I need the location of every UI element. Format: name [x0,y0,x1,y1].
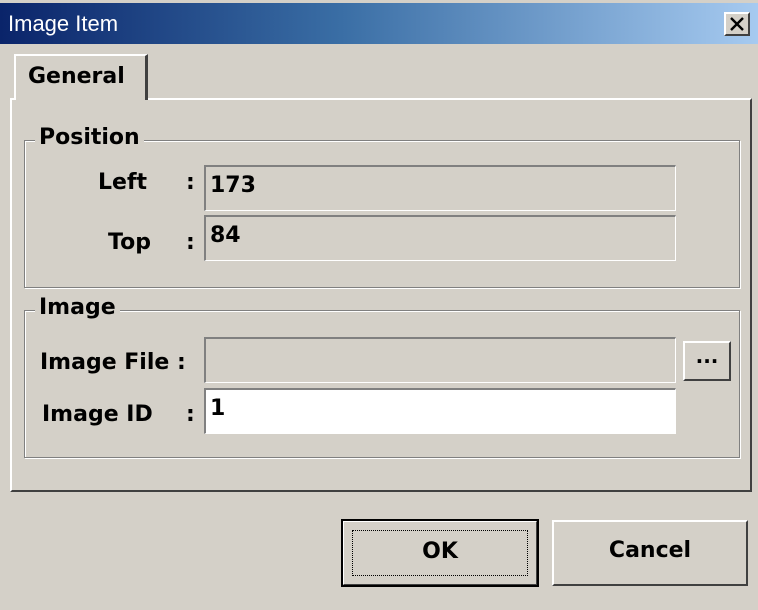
image-file-label: Image File : [40,350,186,375]
top-field[interactable]: 84 [204,215,676,261]
cancel-button[interactable]: Cancel [552,520,748,586]
close-icon [730,17,744,31]
position-group-title: Position [35,125,144,150]
title-bar[interactable]: Image Item [0,3,758,44]
top-value: 84 [210,223,241,248]
dialog-window: Image Item General Position Left : 173 T… [0,0,758,610]
ok-button[interactable]: OK [341,519,539,587]
top-label: Top [108,230,151,255]
ok-button-label: OK [352,530,528,576]
image-id-value: 1 [210,396,226,421]
tab-general-label: General [28,64,125,89]
tab-general[interactable]: General [14,54,148,100]
window-title: Image Item [8,11,119,36]
image-group: Image [24,295,740,458]
left-colon: : [186,170,195,195]
left-label: Left [98,170,148,195]
top-colon: : [186,230,195,255]
image-id-colon: : [186,402,195,427]
left-value: 173 [210,173,256,198]
close-button[interactable] [724,12,750,36]
browse-button[interactable]: ... [683,341,731,381]
position-group: Position [24,125,740,288]
image-id-label: Image ID [42,402,153,427]
image-id-field[interactable]: 1 [204,388,676,434]
image-file-field[interactable] [204,337,676,383]
image-group-title: Image [35,295,120,320]
left-field[interactable]: 173 [204,165,676,211]
